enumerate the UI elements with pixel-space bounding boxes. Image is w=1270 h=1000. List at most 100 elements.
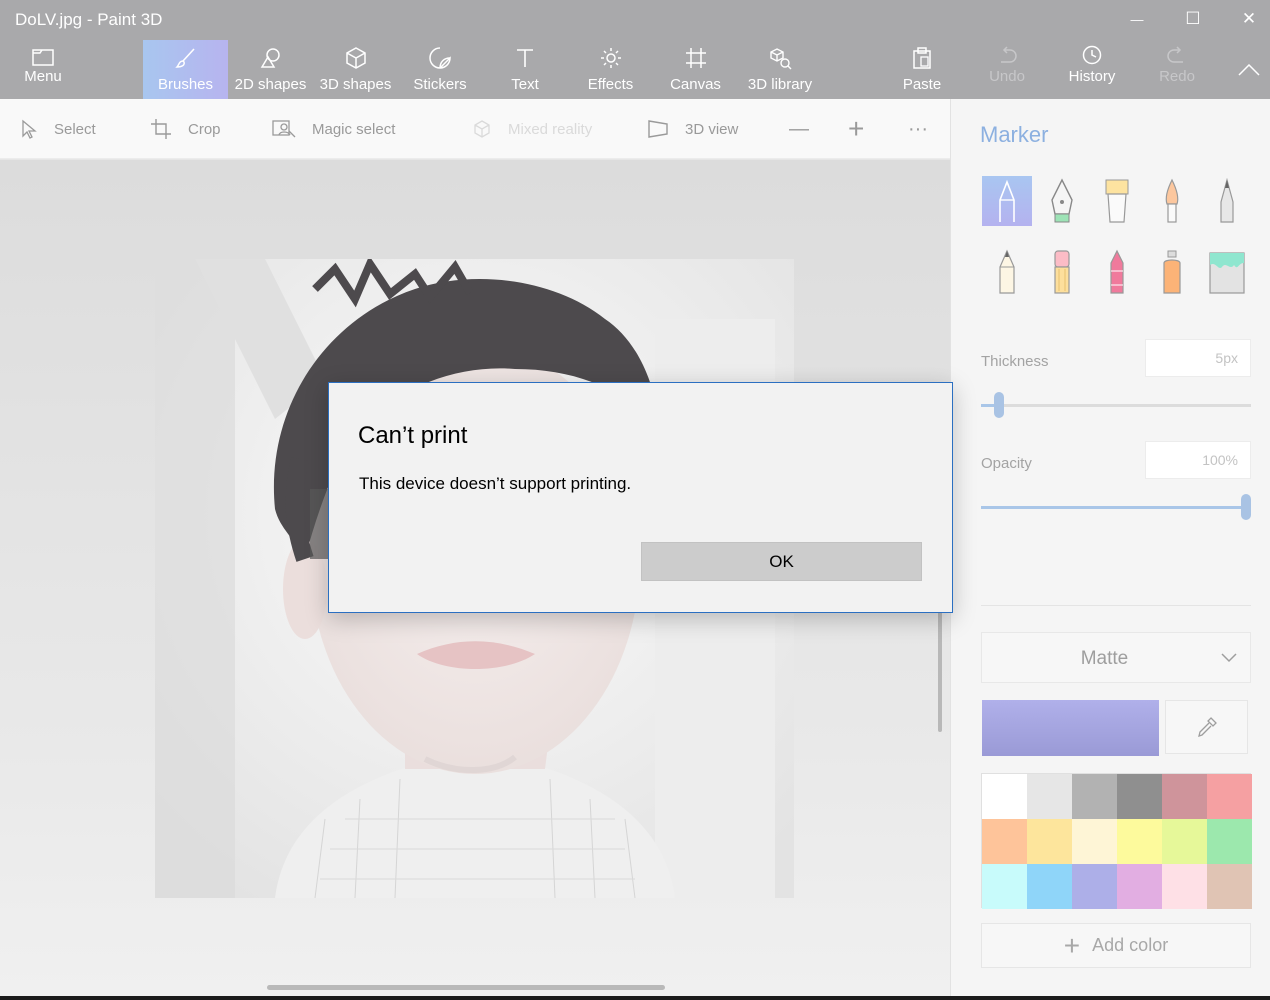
finish-dropdown[interactable]: Matte [981, 632, 1251, 683]
brush-oil[interactable] [1092, 176, 1142, 226]
history-button[interactable]: History [1050, 40, 1134, 99]
palette-swatch[interactable] [1117, 819, 1162, 864]
palette-swatch[interactable] [1027, 774, 1072, 819]
close-button[interactable]: ✕ [1221, 0, 1270, 38]
brush-fill-bucket[interactable] [1202, 247, 1252, 297]
plus-icon: + [1063, 929, 1081, 961]
palette-swatch[interactable] [1117, 864, 1162, 909]
palette-swatch[interactable] [982, 774, 1027, 819]
undo-button[interactable]: Undo [965, 40, 1049, 99]
paste-button[interactable]: Paste [880, 40, 964, 99]
tab-label: 3D library [747, 76, 813, 93]
eyedropper-button[interactable] [1165, 700, 1248, 754]
paste-label: Paste [902, 76, 942, 93]
brush-eraser[interactable] [1037, 247, 1087, 297]
thickness-label: Thickness [981, 353, 1049, 370]
zoom-out-button[interactable]: — [789, 99, 809, 159]
palette-swatch[interactable] [1162, 774, 1207, 819]
tab-label: Effects [587, 76, 634, 93]
brush-pencil[interactable] [982, 247, 1032, 297]
palette-swatch[interactable] [1162, 819, 1207, 864]
tab-canvas[interactable]: Canvas [653, 40, 738, 99]
vertical-scrollbar[interactable] [938, 600, 942, 732]
eraser-icon [1054, 250, 1070, 294]
effects-icon [599, 40, 623, 70]
select-label: Select [54, 120, 96, 138]
redo-button[interactable]: Redo [1135, 40, 1219, 99]
brush-watercolor[interactable] [1147, 176, 1197, 226]
select-tool[interactable]: Select [20, 99, 96, 159]
menu-button[interactable]: Menu [0, 40, 86, 99]
redo-label: Redo [1159, 68, 1195, 85]
3d-view-label: 3D view [685, 120, 739, 138]
2d-shapes-icon [259, 40, 283, 70]
thickness-slider[interactable] [981, 392, 1251, 418]
brush-pixel-pen[interactable] [1202, 176, 1252, 226]
palette-swatch[interactable] [1207, 864, 1252, 909]
ok-button[interactable]: OK [641, 542, 922, 581]
3d-view-toggle[interactable]: 3D view [647, 99, 738, 159]
thickness-input[interactable]: 5px [1145, 339, 1251, 377]
color-palette [981, 773, 1252, 909]
window-title: DoLV.jpg - Paint 3D [15, 10, 163, 29]
spray-can-icon [1163, 250, 1181, 294]
brush-marker[interactable] [982, 176, 1032, 226]
add-color-button[interactable]: + Add color [981, 923, 1251, 968]
tab-effects[interactable]: Effects [568, 40, 653, 99]
mixed-reality-tool[interactable]: Mixed reality [472, 99, 592, 159]
3d-view-icon [648, 120, 668, 138]
tab-brushes[interactable]: Brushes [143, 40, 228, 99]
horizontal-scrollbar[interactable] [267, 985, 665, 990]
palette-swatch[interactable] [1117, 774, 1162, 819]
palette-swatch[interactable] [982, 864, 1027, 909]
tab-stickers[interactable]: Stickers [398, 40, 482, 99]
crop-icon [151, 119, 171, 139]
zoom-in-button[interactable]: + [848, 99, 864, 159]
tab-3d-library[interactable]: 3D library [738, 40, 822, 99]
palette-swatch[interactable] [1027, 819, 1072, 864]
calligraphy-pen-icon [1051, 178, 1073, 223]
palette-swatch[interactable] [1072, 819, 1117, 864]
tab-label: Stickers [413, 76, 467, 93]
crop-tool[interactable]: Crop [150, 99, 221, 159]
opacity-label: Opacity [981, 455, 1032, 472]
palette-swatch[interactable] [982, 819, 1027, 864]
crop-label: Crop [188, 120, 221, 138]
tab-3d-shapes[interactable]: 3D shapes [313, 40, 398, 99]
palette-swatch[interactable] [1027, 864, 1072, 909]
minimize-button[interactable]: — [1109, 0, 1165, 38]
menu-label: Menu [24, 68, 62, 85]
chevron-up-icon [1238, 63, 1260, 76]
add-color-label: Add color [1092, 935, 1169, 955]
palette-swatch[interactable] [1072, 864, 1117, 909]
magic-select-tool[interactable]: Magic select [272, 99, 395, 159]
brush-icon [174, 40, 198, 70]
brush-spray-can[interactable] [1147, 247, 1197, 297]
opacity-slider[interactable] [981, 494, 1251, 520]
palette-swatch[interactable] [1207, 774, 1252, 819]
current-color-swatch[interactable] [982, 700, 1159, 756]
palette-swatch[interactable] [1207, 819, 1252, 864]
collapse-ribbon-button[interactable] [1228, 40, 1270, 99]
brush-crayon[interactable] [1092, 247, 1142, 297]
opacity-input[interactable]: 100% [1145, 441, 1251, 479]
stickers-icon [428, 40, 452, 70]
thickness-slider-thumb[interactable] [994, 392, 1004, 418]
maximize-button[interactable]: ☐ [1165, 0, 1221, 38]
palette-swatch[interactable] [1072, 774, 1117, 819]
brush-calligraphy-pen[interactable] [1037, 176, 1087, 226]
dialog-title: Can’t print [358, 422, 468, 449]
paste-icon [910, 40, 934, 70]
tab-label: Canvas [670, 76, 721, 93]
tab-text[interactable]: Text [482, 40, 568, 99]
fill-bucket-icon [1209, 252, 1245, 294]
tab-label: 3D shapes [319, 76, 392, 93]
more-options-button[interactable]: ··· [908, 99, 928, 159]
minimize-icon: — [1130, 11, 1144, 27]
palette-swatch[interactable] [1162, 864, 1207, 909]
opacity-slider-thumb[interactable] [1241, 494, 1251, 520]
tab-2d-shapes[interactable]: 2D shapes [228, 40, 313, 99]
undo-icon [996, 40, 1018, 66]
text-icon [513, 40, 537, 70]
taskbar-edge [0, 996, 1270, 1000]
